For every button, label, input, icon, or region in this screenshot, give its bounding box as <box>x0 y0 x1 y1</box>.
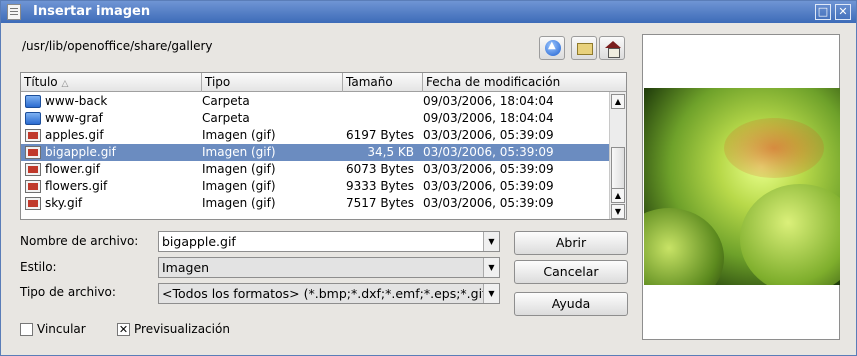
item-type: Imagen (gif) <box>202 128 276 142</box>
list-item[interactable]: apples.gif Imagen (gif) 6197 Bytes 03/03/20… <box>21 127 609 144</box>
item-type: Imagen (gif) <box>202 145 276 159</box>
window-title: Insertar imagen <box>33 4 151 19</box>
filetype-select[interactable]: <Todos los formatos> (*.bmp;*.dxf;*.emf;… <box>158 283 500 304</box>
image-preview <box>642 34 840 340</box>
item-name: flowers.gif <box>45 179 108 193</box>
item-name: apples.gif <box>45 128 104 142</box>
list-item[interactable]: www-back Carpeta 09/03/2006, 18:04:04 <box>21 93 609 110</box>
list-item[interactable]: flower.gif Imagen (gif) 6073 Bytes 03/03/20… <box>21 161 609 178</box>
link-checkbox[interactable] <box>20 323 33 336</box>
scroll-up-button-lower[interactable]: ▲ <box>611 188 625 203</box>
image-file-icon <box>25 146 41 159</box>
filename-input[interactable]: bigapple.gif <box>162 234 236 249</box>
link-label[interactable]: Vincular <box>37 322 86 336</box>
list-item[interactable]: flowers.gif Imagen (gif) 9333 Bytes 03/03/2… <box>21 178 609 195</box>
list-item[interactable]: www-graf Carpeta 09/03/2006, 18:04:04 <box>21 110 609 127</box>
current-path: /usr/lib/openoffice/share/gallery <box>22 39 213 53</box>
cancel-button[interactable]: Cancelar <box>514 260 628 284</box>
item-date: 03/03/2006, 05:39:09 <box>423 179 554 193</box>
up-arrow-icon <box>545 40 561 56</box>
scroll-down-button[interactable]: ▼ <box>611 204 625 219</box>
title-bar[interactable]: Insertar imagen □ ✕ <box>1 1 856 23</box>
folder-icon <box>25 95 41 108</box>
column-title[interactable]: Título △ <box>21 73 202 92</box>
scroll-thumb[interactable] <box>611 147 625 194</box>
up-one-level-button[interactable] <box>539 36 565 60</box>
item-type: Imagen (gif) <box>202 179 276 193</box>
list-item[interactable]: sky.gif Imagen (gif) 7517 Bytes 03/03/2006,… <box>21 195 609 212</box>
item-name: flower.gif <box>45 162 100 176</box>
image-file-icon <box>25 180 41 193</box>
item-size: 7517 Bytes <box>345 196 414 210</box>
item-date: 03/03/2006, 05:39:09 <box>423 162 554 176</box>
folder-icon <box>577 43 593 55</box>
new-folder-button[interactable] <box>571 36 597 60</box>
preview-checkbox[interactable]: ✕ <box>117 323 130 336</box>
sort-ascending-icon: △ <box>61 79 69 89</box>
item-date: 09/03/2006, 18:04:04 <box>423 111 554 125</box>
filename-label: Nombre de archivo: <box>20 234 139 248</box>
image-file-icon <box>25 163 41 176</box>
column-modified[interactable]: Fecha de modificación <box>423 73 626 92</box>
list-item[interactable]: bigapple.gif Imagen (gif) 34,5 KB 03/03/200… <box>21 144 609 161</box>
item-type: Imagen (gif) <box>202 196 276 210</box>
item-type: Imagen (gif) <box>202 162 276 176</box>
item-size: 6197 Bytes <box>345 128 414 142</box>
item-name: www-back <box>45 94 108 108</box>
image-file-icon <box>25 129 41 142</box>
column-size[interactable]: Tamaño <box>343 73 423 92</box>
item-type: Carpeta <box>202 111 250 125</box>
image-file-icon <box>25 197 41 210</box>
help-button[interactable]: Ayuda <box>514 292 628 316</box>
item-date: 09/03/2006, 18:04:04 <box>423 94 554 108</box>
item-name: www-graf <box>45 111 103 125</box>
item-size: 34,5 KB <box>367 145 414 159</box>
list-header: Título △ Tipo Tamaño Fecha de modificaci… <box>21 73 626 92</box>
item-size: 9333 Bytes <box>345 179 414 193</box>
item-date: 03/03/2006, 05:39:09 <box>423 128 554 142</box>
item-type: Carpeta <box>202 94 250 108</box>
chevron-down-icon[interactable]: ▼ <box>483 284 499 303</box>
chevron-down-icon[interactable]: ▼ <box>483 232 499 251</box>
scroll-up-button[interactable]: ▲ <box>611 94 625 109</box>
document-icon <box>7 4 21 20</box>
column-type[interactable]: Tipo <box>202 73 343 92</box>
file-list[interactable]: Título △ Tipo Tamaño Fecha de modificaci… <box>20 72 627 220</box>
item-name: sky.gif <box>45 196 83 210</box>
home-icon <box>605 41 621 58</box>
filetype-label: Tipo de archivo: <box>20 285 116 299</box>
style-value: Imagen <box>162 260 210 275</box>
style-select[interactable]: Imagen ▼ <box>158 257 500 278</box>
item-date: 03/03/2006, 05:39:09 <box>423 196 554 210</box>
folder-icon <box>25 112 41 125</box>
item-name: bigapple.gif <box>45 145 116 159</box>
close-button[interactable]: ✕ <box>835 4 851 20</box>
filename-combobox[interactable]: bigapple.gif ▼ <box>158 231 500 252</box>
chevron-down-icon[interactable]: ▼ <box>483 258 499 277</box>
insert-image-dialog: Insertar imagen □ ✕ /usr/lib/openoffice/… <box>0 0 857 356</box>
maximize-button[interactable]: □ <box>815 4 831 20</box>
item-date: 03/03/2006, 05:39:09 <box>423 145 554 159</box>
preview-label[interactable]: Previsualización <box>134 322 230 336</box>
vertical-scrollbar[interactable]: ▲ ▲ ▼ <box>609 92 626 219</box>
default-directory-button[interactable] <box>599 36 625 60</box>
style-label: Estilo: <box>20 260 57 274</box>
filetype-value: <Todos los formatos> (*.bmp;*.dxf;*.emf;… <box>162 286 487 301</box>
open-button[interactable]: Abrir <box>514 231 628 255</box>
item-size: 6073 Bytes <box>345 162 414 176</box>
preview-image <box>644 88 840 285</box>
